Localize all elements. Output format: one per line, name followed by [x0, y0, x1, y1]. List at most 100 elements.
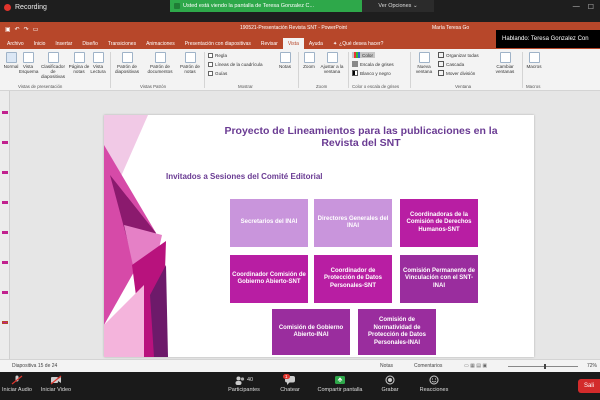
status-bar: Diapositiva 15 de 24 Notas Comentarios ▭… — [0, 359, 600, 372]
reading-view-button[interactable]: Vista Lectura — [90, 52, 106, 74]
slide-master-label: Patrón de diapositivas — [114, 64, 139, 74]
outline-view-button[interactable]: Vista Esquema — [19, 52, 38, 74]
outline-view-icon — [22, 52, 34, 63]
chevron-down-icon: ⌄ — [412, 3, 418, 9]
save-icon[interactable]: ▣ — [5, 26, 11, 33]
notes-button[interactable]: Notas — [276, 52, 294, 69]
grayscale-button[interactable]: Escala de grises — [352, 61, 394, 67]
box-comision-normatividad[interactable]: Comisión de Normatividad de Protección d… — [358, 309, 436, 355]
notes-toggle[interactable]: Notas — [380, 363, 393, 369]
slide-master-button[interactable]: Patrón de diapositivas — [112, 52, 142, 74]
slide-thumbnail[interactable] — [2, 171, 8, 174]
box-coordinadoras-ddhh[interactable]: Coordinadoras de la Comisión de Derechos… — [400, 199, 478, 247]
slide-thumbnail[interactable] — [2, 261, 8, 264]
divider — [522, 52, 523, 88]
tab-ayuda[interactable]: Ayuda — [304, 38, 328, 49]
zoom-slider-handle[interactable] — [544, 364, 546, 369]
tab-insertar[interactable]: Insertar — [50, 38, 77, 49]
tab-inicio[interactable]: Inicio — [29, 38, 51, 49]
color-button[interactable]: Color — [352, 52, 375, 58]
tab-archivo[interactable]: Archivo — [2, 38, 29, 49]
present-icon[interactable]: ▭ — [33, 26, 39, 33]
bw-button[interactable]: Blanco y negro — [352, 70, 391, 76]
group-color-label: Color o escala de grises — [352, 84, 400, 89]
switch-windows-label: Cambiar ventanas — [495, 64, 515, 74]
minimize-icon[interactable]: — — [573, 3, 580, 11]
move-split-button[interactable]: Mover división — [438, 70, 475, 76]
redo-icon[interactable]: ↷ — [24, 26, 29, 33]
comments-toggle[interactable]: Comentarios — [414, 363, 442, 369]
leave-button[interactable]: Sali — [578, 379, 600, 393]
box-coordinador-proteccion-datos[interactable]: Coordinador de Protección de Datos Perso… — [314, 255, 392, 303]
notes-icon — [279, 52, 291, 63]
powerpoint-window: ▣ ↶ ↷ ▭ 190521-Presentación Revista SNT … — [0, 22, 600, 372]
zoom-slider[interactable] — [508, 366, 578, 367]
gridlines-checkbox[interactable]: Líneas de la cuadrícula — [208, 62, 263, 67]
slide-subtitle[interactable]: Invitados a Sesiones del Comité Editoria… — [166, 172, 322, 181]
view-options-button[interactable]: Ver Opciones ⌄ — [362, 0, 434, 12]
tab-vista[interactable]: Vista — [282, 38, 304, 49]
slide-title[interactable]: Proyecto de Lineamientos para las public… — [206, 125, 516, 149]
tab-animaciones[interactable]: Animaciones — [141, 38, 180, 49]
group-zoom-label: Zoom — [316, 84, 328, 89]
slide-thumbnail[interactable] — [2, 201, 8, 204]
record-dot-icon — [4, 4, 11, 11]
arrange-all-button[interactable]: Organizar todas — [438, 52, 479, 58]
cascade-button[interactable]: Cascada — [438, 61, 464, 67]
participants-count: 40 — [246, 377, 254, 383]
box-directores[interactable]: Directores Generales del INAI — [314, 199, 392, 247]
reading-view-icon — [92, 52, 104, 63]
slide[interactable]: Proyecto de Lineamientos para las public… — [104, 115, 534, 357]
notes-master-icon — [184, 52, 196, 63]
recording-indicator[interactable]: Recording — [4, 4, 47, 11]
tab-diseno[interactable]: Diseño — [77, 38, 103, 49]
video-button[interactable]: Iniciar Video — [38, 375, 74, 393]
slide-sorter-button[interactable]: Clasificador de diapositivas — [38, 52, 68, 79]
undo-icon[interactable]: ↶ — [15, 26, 20, 33]
box-comision-gobierno-abierto[interactable]: Comisión de Gobierno Abierto-INAI — [272, 309, 350, 355]
user-name[interactable]: María Teresa Go — [432, 25, 469, 31]
box-secretarios[interactable]: Secretarios del INAI — [230, 199, 308, 247]
record-button[interactable]: Grabar — [376, 375, 404, 393]
tab-presentacion[interactable]: Presentación con diapositivas — [180, 38, 256, 49]
normal-view-button[interactable]: Normal — [3, 52, 19, 69]
switch-windows-button[interactable]: Cambiar ventanas — [490, 52, 520, 74]
slide-thumbnails[interactable] — [0, 91, 10, 359]
notes-master-label: Patrón de notas — [180, 64, 200, 74]
tell-me-search[interactable]: ✦ ¿Qué desea hacer? — [328, 38, 388, 49]
tab-transiciones[interactable]: Transiciones — [103, 38, 141, 49]
slide-thumbnail-selected[interactable] — [2, 321, 8, 324]
slide-thumbnail[interactable] — [2, 111, 8, 114]
audio-button[interactable]: Iniciar Audio — [0, 375, 34, 393]
view-buttons[interactable]: ▭ ▦ ▤ ▣ — [464, 363, 487, 369]
divider — [410, 52, 411, 88]
participants-button[interactable]: 40 Participantes — [224, 375, 264, 393]
slide-thumbnail[interactable] — [2, 231, 8, 234]
notes-master-button[interactable]: Patrón de notas — [178, 52, 202, 74]
tab-revisar[interactable]: Revisar — [256, 38, 283, 49]
slide-thumbnail[interactable] — [2, 291, 8, 294]
color-swatch-icon — [354, 52, 360, 58]
maximize-icon[interactable]: ☐ — [588, 3, 594, 11]
new-window-label: Nueva ventana — [415, 64, 433, 74]
box-vinculacion[interactable]: Comisión Permanente de Vinculación con e… — [400, 255, 478, 303]
guides-checkbox[interactable]: Guías — [208, 71, 227, 76]
group-window-label: Ventana — [455, 84, 472, 89]
slide-thumbnail[interactable] — [2, 141, 8, 144]
reactions-button[interactable]: Reacciones — [416, 375, 452, 393]
zoom-button[interactable]: Zoom — [300, 52, 318, 69]
group-views-label: Vistas de presentación — [18, 84, 63, 89]
zoom-level[interactable]: 72% — [587, 363, 597, 369]
handout-master-button[interactable]: Patrón de documentos — [144, 52, 176, 74]
ruler-checkbox[interactable]: Regla — [208, 53, 227, 58]
slide-canvas: Proyecto de Lineamientos para las public… — [10, 91, 600, 359]
decorative-shapes — [104, 115, 168, 357]
macros-button[interactable]: Macros — [524, 52, 544, 69]
smiley-icon — [429, 375, 439, 385]
fit-window-button[interactable]: Ajustar a la ventana — [318, 52, 346, 74]
chat-button[interactable]: 1 Chatear — [276, 374, 304, 393]
new-window-button[interactable]: Nueva ventana — [412, 52, 436, 74]
box-coordinador-gobierno-abierto[interactable]: Coordinador Comisión de Gobierno Abierto… — [230, 255, 308, 303]
share-screen-button[interactable]: Compartir pantalla — [312, 375, 368, 393]
notes-page-button[interactable]: Página de notas — [68, 52, 90, 74]
